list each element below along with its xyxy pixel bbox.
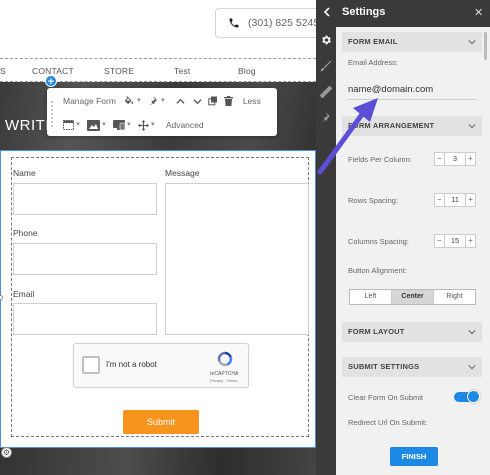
close-icon[interactable]: ✕ [474, 6, 483, 19]
footer-image-strip [0, 448, 316, 475]
email-input-underline [348, 99, 476, 100]
layout-box-icon[interactable]: ▼ [63, 120, 81, 130]
paint-bucket-icon[interactable]: ▼ [123, 95, 142, 107]
recaptcha-terms-link[interactable]: Privacy - Terms [210, 378, 237, 383]
phone-icon [229, 18, 239, 28]
drag-handle-icon[interactable] [50, 100, 54, 128]
chevron-up-icon[interactable] [176, 97, 185, 106]
nav-item-store[interactable]: STORE [104, 66, 134, 76]
form-toolbar: Manage Form ▼ ▼ Less ▼ ▼ ▼ ▼ Advanced [47, 88, 277, 136]
section-settings-icon[interactable]: ⚙ [1, 447, 12, 458]
redirect-url-label: Redirect Url On Submit: [348, 418, 428, 427]
rows-spacing-stepper: − 11 + [434, 193, 476, 207]
nav-item-partial[interactable]: S [0, 66, 6, 76]
columns-spacing-label: Columns Spacing: [348, 237, 409, 246]
advanced-button[interactable]: Advanced [166, 120, 204, 130]
rocket-tab-icon[interactable] [319, 111, 333, 125]
phone-label: Phone [13, 228, 38, 238]
clear-form-toggle[interactable] [454, 390, 480, 403]
collapse-panel-icon[interactable] [318, 4, 336, 22]
align-center-button[interactable]: Center [392, 290, 434, 304]
trash-icon[interactable] [223, 96, 233, 106]
section-form-email-title: FORM EMAIL [348, 37, 398, 46]
clear-form-label: Clear Form On Submit [348, 393, 424, 402]
phone-number: (301) 825 5245 [248, 17, 320, 29]
submit-button[interactable]: Submit [123, 410, 199, 434]
email-address-label: Email Address: [348, 58, 399, 67]
email-address-input[interactable]: name@domain.com [348, 84, 433, 95]
duplicate-icon[interactable] [208, 96, 218, 106]
email-label: Email [13, 289, 35, 299]
chevron-down-icon [468, 322, 476, 344]
name-field[interactable] [13, 183, 157, 215]
decrement-button[interactable]: − [434, 234, 445, 248]
background-image-icon[interactable]: ▼ [86, 119, 107, 131]
move-arrows-icon[interactable]: ▼ [137, 119, 156, 131]
align-right-button[interactable]: Right [434, 290, 475, 304]
increment-button[interactable]: + [465, 234, 476, 248]
align-left-button[interactable]: Left [350, 290, 392, 304]
columns-spacing-stepper: − 15 + [434, 234, 476, 248]
button-alignment-group: Left Center Right [349, 289, 476, 305]
recaptcha-logo-icon [217, 351, 233, 367]
name-label: Name [13, 168, 36, 178]
section-form-layout-title: FORM LAYOUT [348, 327, 405, 336]
nav-item-test[interactable]: Test [174, 66, 190, 76]
finish-button[interactable]: FINISH [390, 447, 438, 466]
add-element-icon[interactable]: + [45, 75, 57, 88]
section-form-layout[interactable]: FORM LAYOUT [342, 322, 482, 342]
decrement-button[interactable]: − [434, 152, 445, 166]
ruler-icon[interactable] [319, 85, 333, 99]
phone-field[interactable] [13, 243, 157, 275]
manage-form-button[interactable]: Manage Form [63, 96, 116, 106]
recaptcha-text: I'm not a robot [106, 360, 157, 369]
section-submit-settings[interactable]: SUBMIT SETTINGS [342, 357, 482, 377]
columns-spacing-value[interactable]: 15 [445, 234, 465, 248]
gear-icon[interactable] [319, 33, 333, 47]
rows-spacing-label: Rows Spacing: [348, 196, 399, 205]
fields-per-column-value[interactable]: 3 [445, 152, 465, 166]
chevron-down-icon [468, 357, 476, 379]
phone-contact-box[interactable]: (301) 825 5245 [215, 8, 323, 38]
rows-spacing-value[interactable]: 11 [445, 193, 465, 207]
message-label: Message [165, 168, 200, 178]
toggle-knob [467, 390, 480, 403]
fields-per-column-label: Fields Per Column: [348, 155, 412, 164]
fields-per-column-stepper: − 3 + [434, 152, 476, 166]
panel-scrollbar[interactable] [484, 32, 487, 60]
section-form-arrangement-title: FORM ARRANGEMENT [348, 121, 435, 130]
decrement-button[interactable]: − [434, 193, 445, 207]
section-submit-settings-title: SUBMIT SETTINGS [348, 362, 420, 371]
brush-icon[interactable] [319, 59, 333, 73]
chevron-down-icon [468, 116, 476, 138]
device-visibility-icon[interactable]: ▼ [112, 119, 132, 131]
section-form-arrangement[interactable]: FORM ARRANGEMENT [342, 116, 482, 136]
increment-button[interactable]: + [465, 152, 476, 166]
message-field[interactable] [165, 183, 309, 335]
chevron-down-icon[interactable] [193, 97, 202, 106]
rocket-icon[interactable]: ▼ [148, 96, 166, 107]
button-alignment-label: Button Alignment: [348, 266, 407, 275]
recaptcha-brand: reCAPTCHA [210, 371, 239, 377]
recaptcha-widget: I'm not a robot reCAPTCHA Privacy - Term… [73, 343, 249, 388]
increment-button[interactable]: + [465, 193, 476, 207]
recaptcha-checkbox[interactable] [82, 356, 100, 374]
nav-item-blog[interactable]: Blog [238, 66, 256, 76]
panel-title: Settings [342, 6, 386, 18]
email-field[interactable] [13, 303, 157, 335]
chevron-down-icon [468, 32, 476, 54]
section-form-email[interactable]: FORM EMAIL [342, 32, 482, 52]
less-button[interactable]: Less [243, 96, 261, 106]
